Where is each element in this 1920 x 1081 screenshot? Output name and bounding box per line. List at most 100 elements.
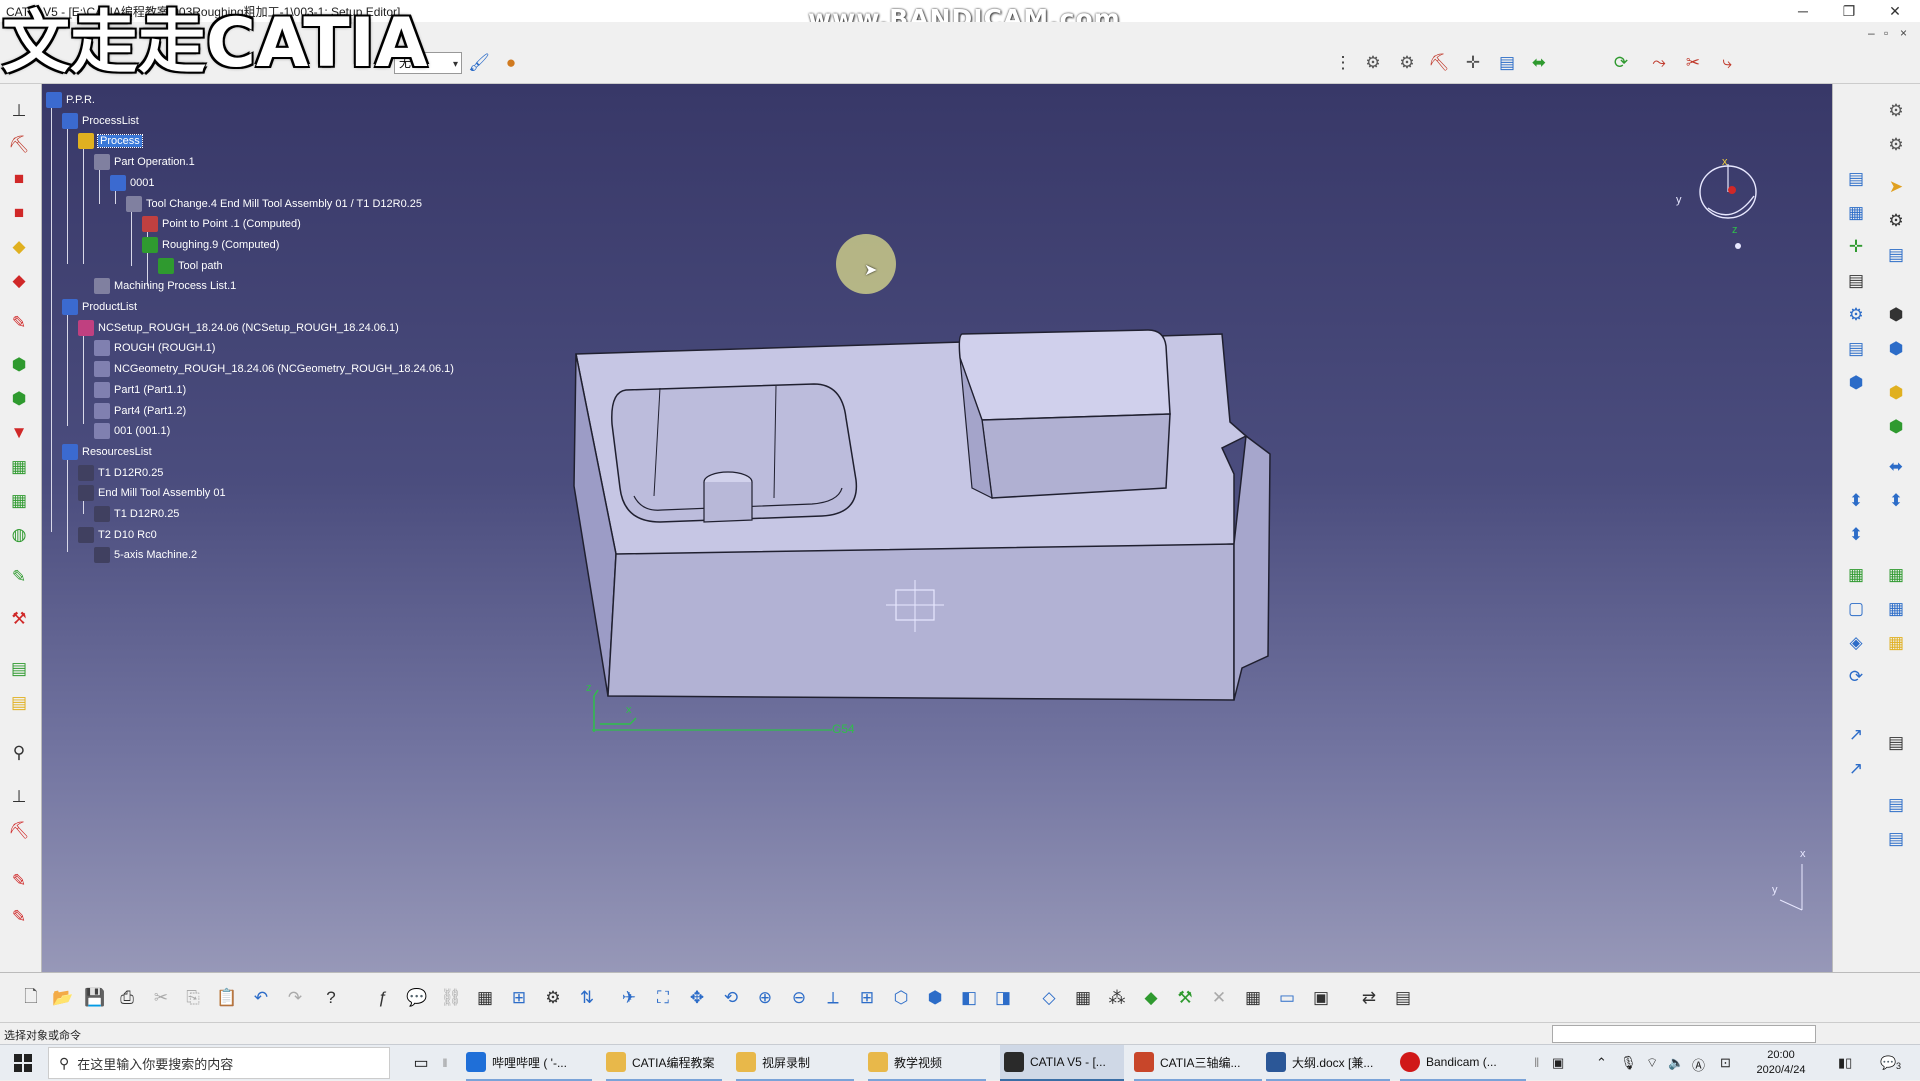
ruler-icon[interactable]: ▭: [1274, 985, 1300, 1011]
knowledge-icon[interactable]: ⚙: [540, 985, 566, 1011]
simulation-icon[interactable]: ⤳: [1646, 50, 1672, 76]
select-icon[interactable]: ⚙: [1883, 132, 1909, 158]
video-check-icon[interactable]: ✂: [1680, 50, 1706, 76]
drill-cycle-icon[interactable]: ▦: [1843, 562, 1869, 588]
tree-item[interactable]: Tool path: [158, 256, 223, 276]
reorder-icon[interactable]: ⇅: [574, 985, 600, 1011]
contour-driven-icon[interactable]: ▼: [6, 420, 32, 446]
command-input[interactable]: [1552, 1025, 1816, 1043]
table-view-icon[interactable]: ▦: [1843, 200, 1869, 226]
tree-item[interactable]: 0001: [110, 173, 154, 193]
grid-icon[interactable]: ▦: [1883, 596, 1909, 622]
properties-icon[interactable]: ▤: [1843, 268, 1869, 294]
drilling-icon[interactable]: ✎: [6, 310, 32, 336]
pointer-icon[interactable]: ➤: [1883, 174, 1909, 200]
taskbar-app-bandicam[interactable]: Bandicam (...: [1400, 1045, 1526, 1081]
task-view-button[interactable]: ▭: [404, 1045, 438, 1081]
spot-drilling-icon[interactable]: ⬢: [6, 352, 32, 378]
tree-item[interactable]: T2 D10 Rc0: [78, 525, 157, 545]
matrix-icon[interactable]: ▦: [1883, 630, 1909, 656]
tree-item[interactable]: T1 D12R0.25: [94, 504, 179, 524]
taskbar-app-folder-videos[interactable]: 教学视频: [868, 1045, 986, 1081]
sketcher-icon[interactable]: ⚙: [1883, 98, 1909, 124]
tree-item[interactable]: 001 (001.1): [94, 421, 170, 441]
close-button[interactable]: ✕: [1872, 0, 1918, 22]
graph-icon[interactable]: ⬌: [1883, 454, 1909, 480]
tree-item[interactable]: Part1 (Part1.1): [94, 380, 186, 400]
tree-item[interactable]: Process: [78, 131, 143, 151]
calendar-icon[interactable]: ▦: [1240, 985, 1266, 1011]
fly-mode-icon[interactable]: ✈: [616, 985, 642, 1011]
curve-following-icon[interactable]: ◆: [6, 268, 32, 294]
stock-icon[interactable]: ▤: [6, 656, 32, 682]
tool-change-icon[interactable]: ⛏: [6, 818, 32, 844]
start-button[interactable]: [0, 1045, 46, 1081]
compass-base[interactable]: [1735, 243, 1741, 249]
taskbar-app-folder-recording[interactable]: 视屏录制: [736, 1045, 854, 1081]
material-removal-icon[interactable]: ⬢: [1883, 380, 1909, 406]
tool-motion-icon[interactable]: ⟳: [1608, 50, 1634, 76]
photo-icon[interactable]: ▣: [1308, 985, 1334, 1011]
save-icon[interactable]: 💾: [82, 985, 108, 1011]
nc-code-icon[interactable]: ⚙: [1843, 302, 1869, 328]
network-icon[interactable]: ⌔: [1646, 1055, 1658, 1071]
print-icon[interactable]: ⎙: [114, 985, 140, 1011]
tree-item[interactable]: P.P.R.: [46, 90, 95, 110]
comment-icon[interactable]: 💬: [404, 985, 430, 1011]
print-report-icon[interactable]: ▤: [1883, 826, 1909, 852]
fit-all-icon[interactable]: ⛶: [650, 985, 676, 1011]
tree-item[interactable]: Part Operation.1: [94, 152, 195, 172]
measure-icon[interactable]: ⚙: [1883, 208, 1909, 234]
profile-contouring-icon[interactable]: ◆: [6, 234, 32, 260]
specification-tree[interactable]: P.P.R. ProcessList Process Part Operation.1…: [42, 84, 562, 684]
sweeping-icon[interactable]: ⬢: [6, 386, 32, 412]
document-list-icon[interactable]: ▤: [1390, 985, 1416, 1011]
inner-minimize-button[interactable]: –: [1868, 26, 1875, 40]
tree-item[interactable]: ProductList: [62, 297, 137, 317]
taskbar-app-catia[interactable]: CATIA V5 - [...: [1000, 1045, 1124, 1081]
mfg-view-icon[interactable]: ✎: [6, 868, 32, 894]
pencil-icon[interactable]: ✎: [6, 564, 32, 590]
taskbar-search-box[interactable]: ⚲ 在这里输入你要搜索的内容: [48, 1047, 390, 1079]
normal-view-icon[interactable]: ⟂: [820, 985, 846, 1011]
feed-icon[interactable]: ⬍: [1883, 488, 1909, 514]
tray-app-icon[interactable]: ▣: [1552, 1055, 1564, 1071]
inner-close-button[interactable]: ×: [1900, 26, 1907, 40]
document-icon[interactable]: ▤: [1883, 242, 1909, 268]
tree-item[interactable]: ProcessList: [62, 111, 139, 131]
compass-handle[interactable]: [1728, 186, 1736, 194]
drill-list-icon[interactable]: ▦: [1883, 562, 1909, 588]
taskbar-clock[interactable]: 20:00 2020/4/24: [1746, 1048, 1816, 1078]
analysis-icon[interactable]: ✛: [1843, 234, 1869, 260]
axis-system-icon[interactable]: ⊥: [6, 98, 32, 124]
tree-item[interactable]: 5-axis Machine.2: [94, 545, 197, 565]
pocketing-icon[interactable]: ■: [6, 166, 32, 192]
mfg-feature-icon[interactable]: ✎: [6, 904, 32, 930]
tree-item[interactable]: NCGeometry_ROUGH_18.24.06 (NCGeometry_RO…: [94, 359, 454, 379]
minimize-button[interactable]: ─: [1780, 0, 1826, 22]
table-grid-icon[interactable]: ▦: [472, 985, 498, 1011]
taskbar-app-word[interactable]: 大纲.docx [兼...: [1266, 1045, 1390, 1081]
tool-query-icon[interactable]: ⚲: [6, 740, 32, 766]
microphone-icon[interactable]: 🎙: [1620, 1055, 1637, 1071]
ime-mode-icon[interactable]: ⊡: [1720, 1055, 1731, 1071]
path-icon[interactable]: ↗: [1843, 756, 1869, 782]
export-icon[interactable]: ▤: [1883, 730, 1909, 756]
auxiliary-axis-icon[interactable]: ⊥: [6, 784, 32, 810]
machine-icon[interactable]: ⬢: [1843, 370, 1869, 396]
taskbar-app-browser[interactable]: 哔哩哔哩 ( '-...: [466, 1045, 592, 1081]
paste-icon[interactable]: 📋: [214, 985, 240, 1011]
cube-icon[interactable]: ⬢: [1883, 302, 1909, 328]
taskbar-app-powerpoint[interactable]: CATIA三轴编...: [1134, 1045, 1262, 1081]
insert-program-icon[interactable]: ⬌: [1526, 50, 1552, 76]
isoparametric-icon[interactable]: ▦: [6, 488, 32, 514]
shading-icon[interactable]: ⬢: [922, 985, 948, 1011]
help-icon[interactable]: ?: [318, 985, 344, 1011]
grid-table-icon[interactable]: ▦: [1070, 985, 1096, 1011]
zoom-out-icon[interactable]: ⊖: [786, 985, 812, 1011]
swap-visible-icon[interactable]: ◨: [990, 985, 1016, 1011]
roughing-tool-icon[interactable]: ⛏: [6, 132, 32, 158]
rotate-view-icon[interactable]: ⟲: [718, 985, 744, 1011]
redo-icon[interactable]: ↷: [282, 985, 308, 1011]
facing-icon[interactable]: ■: [6, 200, 32, 226]
